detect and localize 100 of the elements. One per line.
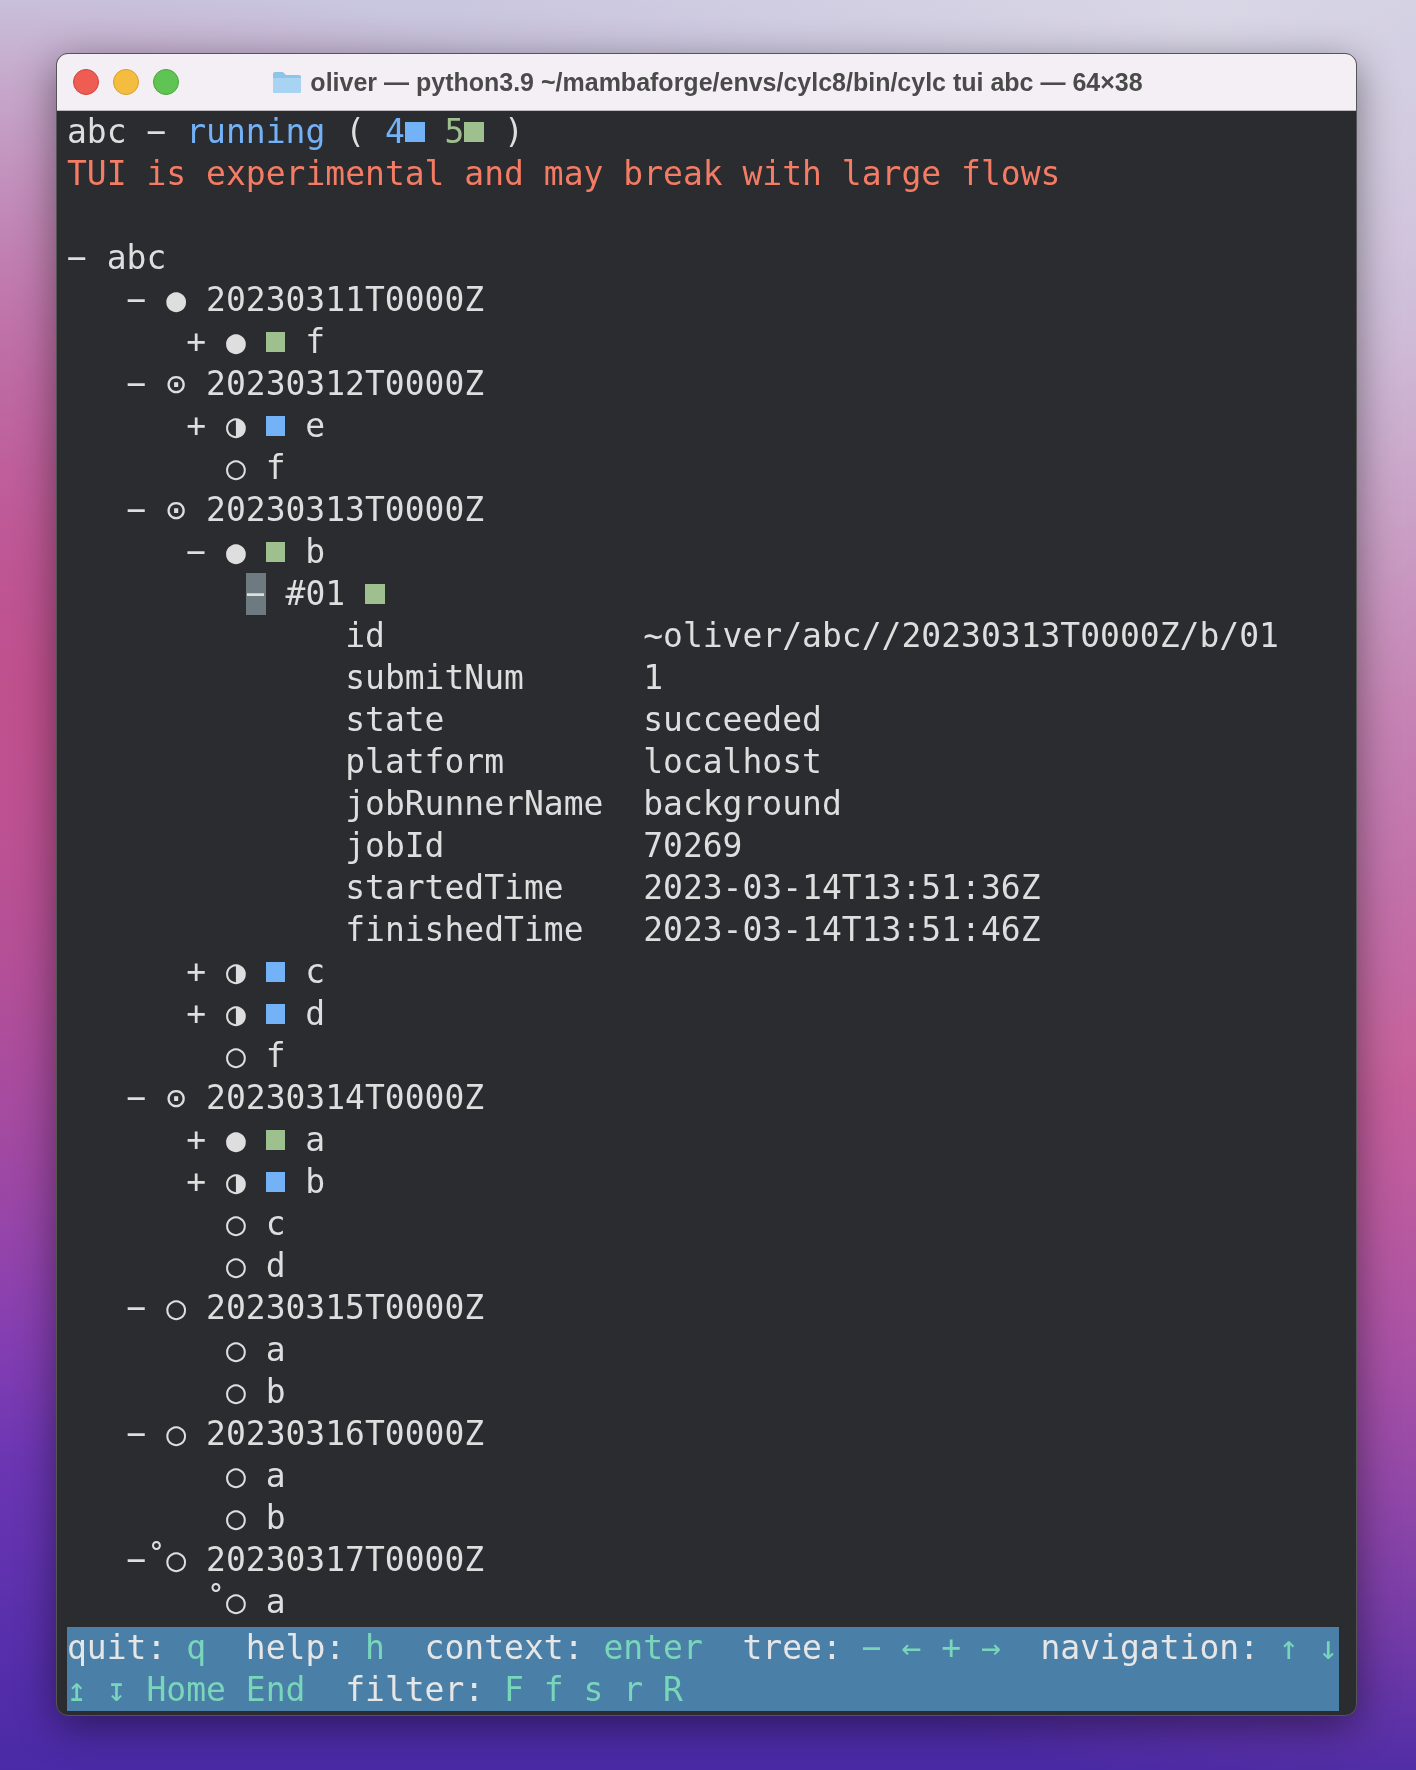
task-name: a (305, 1119, 326, 1161)
expand-toggle[interactable]: − (126, 363, 147, 405)
task-name: f (305, 321, 326, 363)
expand-toggle[interactable]: − (126, 279, 147, 321)
task-name: b (265, 1371, 286, 1413)
detail-value: 2023-03-14T13:51:36Z (643, 867, 1041, 909)
job-count: 5 (444, 111, 465, 153)
state-icon: ○ (225, 1497, 246, 1539)
task-name: f (265, 447, 286, 489)
state-icon: ● (225, 321, 246, 363)
state-icon: ○ (166, 1413, 187, 1455)
detail-key: finishedTime (345, 909, 644, 951)
expand-toggle[interactable]: − (126, 489, 147, 531)
cycle-point: 20230313T0000Z (206, 489, 485, 531)
footer-label: context: (424, 1627, 584, 1669)
detail-value: 1 (643, 657, 663, 699)
detail-value: ~oliver/abc//20230313T0000Z/b/01 (643, 615, 1279, 657)
window-title: oliver — python3.9 ~/mambaforge/envs/cylc8/bin/cylc tui abc — 64×38 (310, 67, 1143, 97)
detail-key: jobRunnerName (345, 783, 644, 825)
close-button[interactable] (73, 69, 99, 95)
detail-key: startedTime (345, 867, 644, 909)
state-icon: ○ (225, 1455, 246, 1497)
held-marker: ˚ (206, 1581, 226, 1623)
detail-value: background (643, 783, 842, 825)
footer-key: End (245, 1669, 306, 1711)
footer-key: ↑ (1278, 1627, 1299, 1669)
state-icon: ⊙ (166, 489, 187, 531)
separator: − (146, 111, 167, 153)
footer-key: Home (146, 1669, 226, 1711)
footer-label: filter: (345, 1669, 485, 1711)
expand-toggle[interactable]: + (186, 993, 207, 1035)
state-icon: ◑ (225, 1161, 246, 1203)
state-icon: ◑ (225, 951, 246, 993)
state-icon: ● (166, 279, 187, 321)
footer-key: h (365, 1627, 385, 1669)
detail-value: 70269 (643, 825, 743, 867)
task-name: b (265, 1497, 286, 1539)
task-name: d (305, 993, 326, 1035)
held-marker: ˚ (146, 1539, 167, 1581)
state-icon: ◑ (225, 405, 246, 447)
cycle-point: 20230316T0000Z (206, 1413, 485, 1455)
footer-key: R (663, 1669, 683, 1711)
task-name: c (265, 1203, 286, 1245)
task-name: a (265, 1455, 286, 1497)
expand-toggle[interactable]: − (126, 1539, 147, 1581)
state-icon: ○ (225, 1035, 246, 1077)
task-name: d (265, 1245, 286, 1287)
footer-key: f (543, 1669, 564, 1711)
task-name: a (265, 1329, 286, 1371)
expand-toggle[interactable]: − (126, 1287, 147, 1329)
footer-key: + (941, 1627, 961, 1669)
minimize-button[interactable] (113, 69, 139, 95)
state-icon: ○ (225, 447, 246, 489)
footer-key: q (186, 1627, 207, 1669)
footer-label: help: (245, 1627, 346, 1669)
state-icon: ⊙ (166, 363, 187, 405)
footer-key: → (980, 1627, 1001, 1669)
workflow-name: abc (106, 237, 167, 279)
footer-key: r (623, 1669, 644, 1711)
expand-toggle[interactable]: − (186, 531, 207, 573)
detail-value: 2023-03-14T13:51:46Z (643, 909, 1041, 951)
state-icon: ○ (166, 1287, 187, 1329)
expand-toggle[interactable]: − (126, 1077, 147, 1119)
detail-key: jobId (345, 825, 644, 867)
footer-key: ↧ (106, 1669, 127, 1711)
task-name: e (305, 405, 326, 447)
state-icon: ◑ (225, 993, 246, 1035)
task-name: f (265, 1035, 286, 1077)
job-number: #01 (285, 573, 346, 615)
state-icon: ● (225, 531, 246, 573)
footer-key: F (504, 1669, 524, 1711)
expand-toggle[interactable]: + (186, 1161, 207, 1203)
warning-message: TUI is experimental and may break with large flows (67, 153, 1061, 195)
detail-key: state (345, 699, 644, 741)
workflow-status: running (186, 111, 326, 153)
workflow-name: abc (67, 111, 127, 153)
detail-key: submitNum (345, 657, 644, 699)
expand-toggle[interactable]: + (186, 1119, 207, 1161)
expand-toggle[interactable]: + (186, 405, 207, 447)
cycle-point: 20230311T0000Z (206, 279, 485, 321)
task-name: b (305, 1161, 326, 1203)
cycle-point: 20230314T0000Z (206, 1077, 485, 1119)
expand-toggle[interactable]: + (186, 951, 207, 993)
detail-value: succeeded (643, 699, 822, 741)
footer-key: enter (603, 1627, 703, 1669)
cycle-point: 20230317T0000Z (206, 1539, 485, 1581)
expand-toggle[interactable]: − (67, 237, 87, 279)
footer-key: ↓ (1318, 1627, 1339, 1669)
zoom-button[interactable] (153, 69, 179, 95)
state-icon: ○ (225, 1203, 246, 1245)
state-icon: ○ (225, 1245, 246, 1287)
footer-label: quit: (67, 1627, 167, 1669)
expand-toggle[interactable]: + (186, 321, 207, 363)
footer-label: navigation: (1040, 1627, 1259, 1669)
footer-key: s (583, 1669, 604, 1711)
state-icon: ○ (225, 1329, 246, 1371)
detail-key: id (345, 615, 644, 657)
cycle-point: 20230315T0000Z (206, 1287, 485, 1329)
footer-key: ↥ (67, 1669, 87, 1711)
expand-toggle[interactable]: − (126, 1413, 147, 1455)
